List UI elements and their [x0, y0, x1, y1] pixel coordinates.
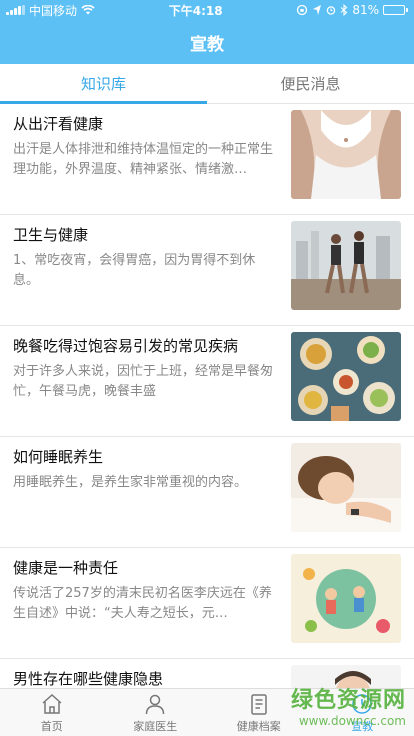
list-item[interactable]: 如何睡眠养生 用睡眠养生，是养生家非常重视的内容。	[0, 437, 414, 548]
list-item[interactable]: 男性存在哪些健康隐患	[0, 659, 414, 688]
runners-photo	[291, 221, 401, 310]
battery-icon	[382, 5, 408, 15]
sweat-back-photo	[291, 110, 401, 199]
article-title: 如何睡眠养生	[13, 448, 104, 466]
article-desc: 用睡眠养生，是养生家非常重视的内容。	[13, 475, 248, 490]
list-item[interactable]: 卫生与健康 1、常吃夜宵，会得胃癌，因为胃得不到休息。	[0, 215, 414, 326]
status-bar: 中国移动 下午4:18 81%	[0, 0, 414, 20]
tab-family-doctor[interactable]: 家庭医生	[104, 689, 208, 736]
clock: 下午4:18	[168, 3, 223, 18]
tab-knowledge[interactable]: 知识库	[0, 64, 207, 104]
list-item[interactable]: 晚餐吃得过饱容易引发的常见疾病 对于许多人来说，因忙于上班，经常是早餐匆忙，午餐…	[0, 326, 414, 437]
doctor-icon	[146, 694, 165, 714]
tab-home[interactable]: 首页	[0, 689, 104, 736]
tab-notices[interactable]: 便民消息	[207, 64, 414, 103]
article-list: 从出汗看健康 出汗是人体排泄和维持体温恒定的一种正常生理功能，外界温度、精神紧张…	[0, 104, 414, 688]
article-title: 从出汗看健康	[13, 115, 104, 133]
bottom-tab-bar: 首页 家庭医生 健康档案 宣教	[0, 688, 414, 736]
article-desc: 传说活了257岁的清末民初名医李庆远在《养生自述》中说：“夫人寿之短长，元…	[13, 586, 272, 621]
article-title: 男性存在哪些健康隐患	[13, 670, 164, 688]
tab-health-record[interactable]: 健康档案	[207, 689, 311, 736]
article-title: 健康是一种责任	[13, 559, 119, 577]
record-icon	[251, 693, 267, 715]
article-title: 晚餐吃得过饱容易引发的常见疾病	[13, 337, 239, 355]
tab-education[interactable]: 宣教	[311, 689, 414, 736]
signal-icon	[6, 5, 25, 15]
segment-tabs: 知识库 便民消息	[0, 64, 414, 104]
list-item[interactable]: 从出汗看健康 出汗是人体排泄和维持体温恒定的一种正常生理功能，外界温度、精神紧张…	[0, 104, 414, 215]
home-icon	[42, 693, 62, 714]
article-desc: 出汗是人体排泄和维持体温恒定的一种正常生理功能，外界温度、精神紧张、情绪激…	[13, 142, 274, 177]
article-desc: 1、常吃夜宵，会得胃癌，因为胃得不到休息。	[13, 253, 256, 288]
article-title: 卫生与健康	[13, 226, 89, 244]
tab-family-doctor-label: 家庭医生	[133, 719, 178, 733]
tab-home-label: 首页	[40, 719, 63, 733]
list-item[interactable]: 健康是一种责任 传说活了257岁的清末民初名医李庆远在《养生自述》中说：“夫人寿…	[0, 548, 414, 659]
health-illustration	[291, 554, 401, 643]
food-table-photo	[291, 332, 401, 421]
tab-health-record-label: 健康档案	[236, 719, 281, 733]
wifi-icon	[81, 5, 95, 15]
carrier-label: 中国移动	[29, 3, 78, 18]
battery-percent: 81%	[352, 3, 379, 17]
sleeping-woman-photo	[291, 443, 401, 532]
education-icon	[352, 693, 372, 714]
tab-education-label: 宣教	[351, 719, 374, 733]
bluetooth-icon	[340, 4, 348, 16]
man-photo	[291, 665, 401, 688]
rotation-lock-icon	[297, 4, 308, 16]
location-icon	[313, 5, 322, 15]
top-bar: 中国移动 下午4:18 81% 宣教	[0, 0, 414, 64]
alarm-icon	[327, 6, 336, 15]
page-title: 宣教	[190, 34, 224, 55]
article-desc: 对于许多人来说，因忙于上班，经常是早餐匆忙，午餐马虎，晚餐丰盛	[13, 364, 274, 399]
